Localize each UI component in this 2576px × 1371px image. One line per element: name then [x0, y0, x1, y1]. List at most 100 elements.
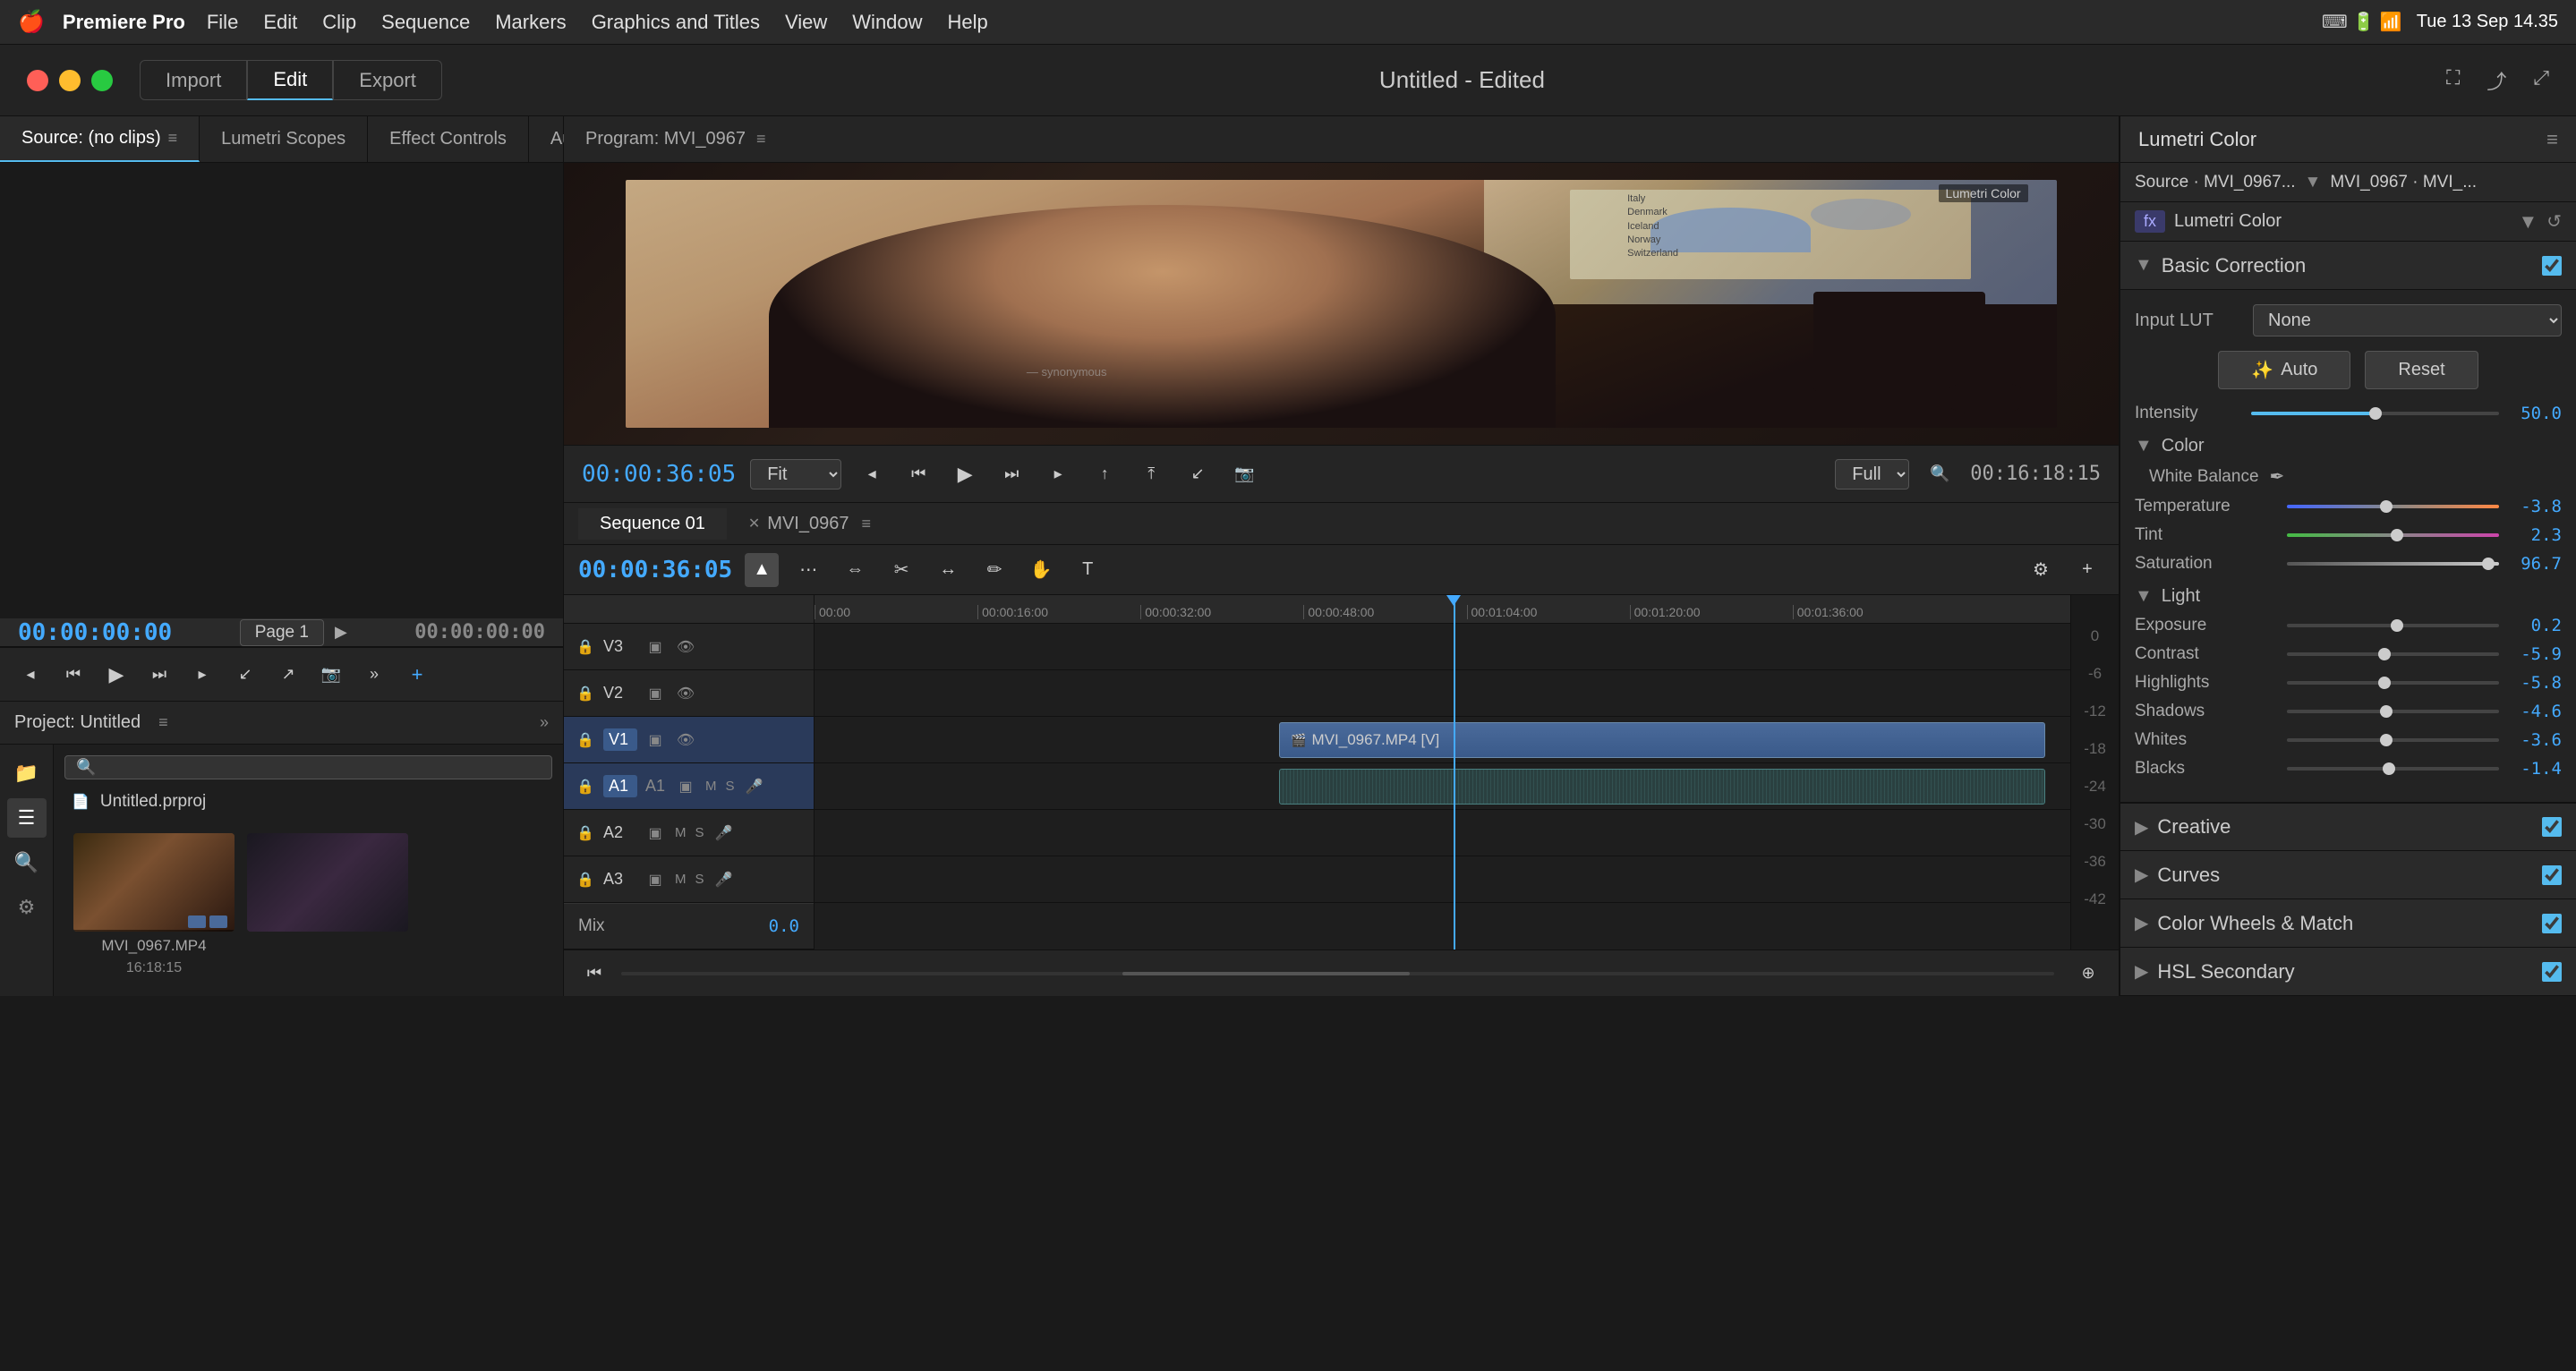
lift-button[interactable]: ↑ [1088, 458, 1121, 490]
razor-tool[interactable]: ✂ [884, 553, 918, 587]
curves-header[interactable]: ▶ Curves [2120, 851, 2576, 899]
clip-tab-menu[interactable]: ≡ [861, 515, 871, 533]
quality-dropdown[interactable]: Full 1/2 1/4 [1835, 459, 1909, 490]
play-stop-button-prog[interactable]: ▶ [949, 458, 981, 490]
fx-dropdown[interactable]: ▼ [2518, 210, 2538, 234]
a3-lock[interactable]: 🔒 [573, 867, 598, 892]
maximize-icon[interactable]: ⤢ [2533, 66, 2549, 95]
step-forward-button-prog[interactable]: ⏭ [995, 458, 1028, 490]
close-button[interactable] [27, 70, 48, 91]
highlights-slider[interactable] [2287, 681, 2499, 685]
color-wheels-header[interactable]: ▶ Color Wheels & Match [2120, 899, 2576, 948]
creative-header[interactable]: ▶ Creative [2120, 803, 2576, 851]
page-selector[interactable]: Page 1 [240, 619, 324, 646]
v1-lock[interactable]: 🔒 [573, 728, 598, 753]
step-back-button-prog[interactable]: ⏮ [902, 458, 934, 490]
intensity-slider[interactable] [2251, 412, 2499, 415]
blacks-slider[interactable] [2287, 767, 2499, 771]
fx-reset-icon[interactable]: ↺ [2546, 210, 2562, 233]
basic-correction-checkbox[interactable] [2542, 256, 2562, 276]
creative-checkbox[interactable] [2542, 817, 2562, 837]
a1-lock[interactable]: 🔒 [573, 774, 598, 799]
mark-in-button[interactable]: ◂ [14, 659, 47, 691]
fit-dropdown[interactable]: Fit 25% 50% 75% 100% [750, 459, 841, 490]
project-search-bar[interactable]: 🔍 [64, 755, 552, 779]
a2-source[interactable]: ▣ [643, 821, 668, 846]
more-controls[interactable]: » [358, 659, 390, 691]
v2-source[interactable]: ▣ [643, 681, 668, 706]
menu-edit[interactable]: Edit [263, 11, 297, 34]
project-item-prproj[interactable]: 📄 Untitled.prproj [64, 788, 552, 815]
insert-button[interactable]: ↙ [229, 659, 261, 691]
shadows-slider[interactable] [2287, 710, 2499, 713]
thumb-card-1[interactable]: MVI_0967.MP4 16:18:15 [73, 833, 235, 976]
slip-tool[interactable]: ↔ [931, 553, 965, 587]
video-clip-v1[interactable]: 🎬 MVI_0967.MP4 [V] [1279, 722, 2045, 758]
exposure-slider[interactable] [2287, 624, 2499, 627]
overwrite-button[interactable]: ↗ [272, 659, 304, 691]
audio-clip-a1[interactable] [1279, 769, 2045, 805]
mark-out-button[interactable]: ▸ [186, 659, 218, 691]
project-list-view-icon[interactable]: ☰ [7, 798, 47, 838]
pen-tool[interactable]: ✏ [977, 553, 1011, 587]
source-tab[interactable]: Source: (no clips) ≡ [0, 116, 200, 162]
hsl-secondary-header[interactable]: ▶ HSL Secondary [2120, 948, 2576, 996]
menu-window[interactable]: Window [852, 11, 922, 34]
import-button[interactable]: Import [140, 60, 247, 100]
v1-source[interactable]: ▣ [643, 728, 668, 753]
lumetri-scopes-tab[interactable]: Lumetri Scopes [200, 116, 368, 162]
effect-controls-tab[interactable]: Effect Controls [368, 116, 529, 162]
camera-button[interactable]: 📷 [315, 659, 347, 691]
lumetri-source-chevron[interactable]: ▼ [2305, 173, 2322, 192]
temperature-slider[interactable] [2287, 505, 2499, 508]
a1-mic[interactable]: 🎤 [742, 774, 767, 799]
type-tool[interactable]: T [1070, 553, 1105, 587]
menu-sequence[interactable]: Sequence [381, 11, 470, 34]
track-select-tool[interactable]: ⋯ [791, 553, 825, 587]
hand-tool[interactable]: ✋ [1024, 553, 1058, 587]
project-search-icon[interactable]: 🔍 [7, 843, 47, 882]
project-panel-expand[interactable]: » [540, 713, 549, 732]
saturation-slider[interactable] [2287, 562, 2499, 566]
camera-button-prog[interactable]: 📷 [1228, 458, 1260, 490]
clip-tab-close[interactable]: ✕ [748, 515, 760, 532]
a3-source[interactable]: ▣ [643, 867, 668, 892]
share-icon[interactable]: ⤴ [2486, 66, 2506, 95]
a1-label[interactable]: A1 [603, 775, 637, 797]
input-lut-select[interactable]: None [2253, 304, 2562, 336]
mark-in-button-prog[interactable]: ◂ [856, 458, 888, 490]
a1-source[interactable]: ▣ [673, 774, 698, 799]
timeline-to-end[interactable]: ⊕ [2072, 958, 2104, 990]
mark-out-button-prog[interactable]: ▸ [1042, 458, 1074, 490]
timeline-settings[interactable]: ⚙ [2024, 553, 2058, 587]
clip-tab[interactable]: ✕ MVI_0967 ≡ [727, 508, 892, 540]
project-settings-icon[interactable]: ⚙ [7, 888, 47, 927]
reset-button[interactable]: Reset [2365, 351, 2478, 389]
hsl-secondary-checkbox[interactable] [2542, 962, 2562, 982]
curves-checkbox[interactable] [2542, 865, 2562, 885]
selection-tool[interactable]: ▲ [745, 553, 779, 587]
v3-eye[interactable]: 👁 [673, 634, 698, 660]
white-balance-eyedropper[interactable]: ✒ [2270, 465, 2285, 488]
tint-slider[interactable] [2287, 533, 2499, 537]
lumetri-menu-icon[interactable]: ≡ [2546, 128, 2558, 151]
menu-file[interactable]: File [207, 11, 238, 34]
a2-mic[interactable]: 🎤 [712, 821, 737, 846]
insert-button-prog[interactable]: ↙ [1181, 458, 1214, 490]
project-panel-menu-icon[interactable]: ≡ [158, 713, 168, 732]
menu-view[interactable]: View [785, 11, 827, 34]
color-wheels-checkbox[interactable] [2542, 914, 2562, 933]
zoom-icon[interactable]: 🔍 [1923, 458, 1956, 490]
contrast-slider[interactable] [2287, 652, 2499, 656]
v1-label[interactable]: V1 [603, 728, 637, 751]
step-back-button[interactable]: ⏮ [57, 659, 90, 691]
whites-slider[interactable] [2287, 738, 2499, 742]
step-forward-button[interactable]: ⏭ [143, 659, 175, 691]
program-panel-menu[interactable]: ≡ [756, 130, 766, 149]
v2-lock[interactable]: 🔒 [573, 681, 598, 706]
menu-markers[interactable]: Markers [495, 11, 566, 34]
sequence-tab[interactable]: Sequence 01 [578, 508, 727, 540]
minimize-button[interactable] [59, 70, 81, 91]
export-button[interactable]: Export [333, 60, 442, 100]
auto-button[interactable]: ✨ Auto [2218, 351, 2350, 389]
